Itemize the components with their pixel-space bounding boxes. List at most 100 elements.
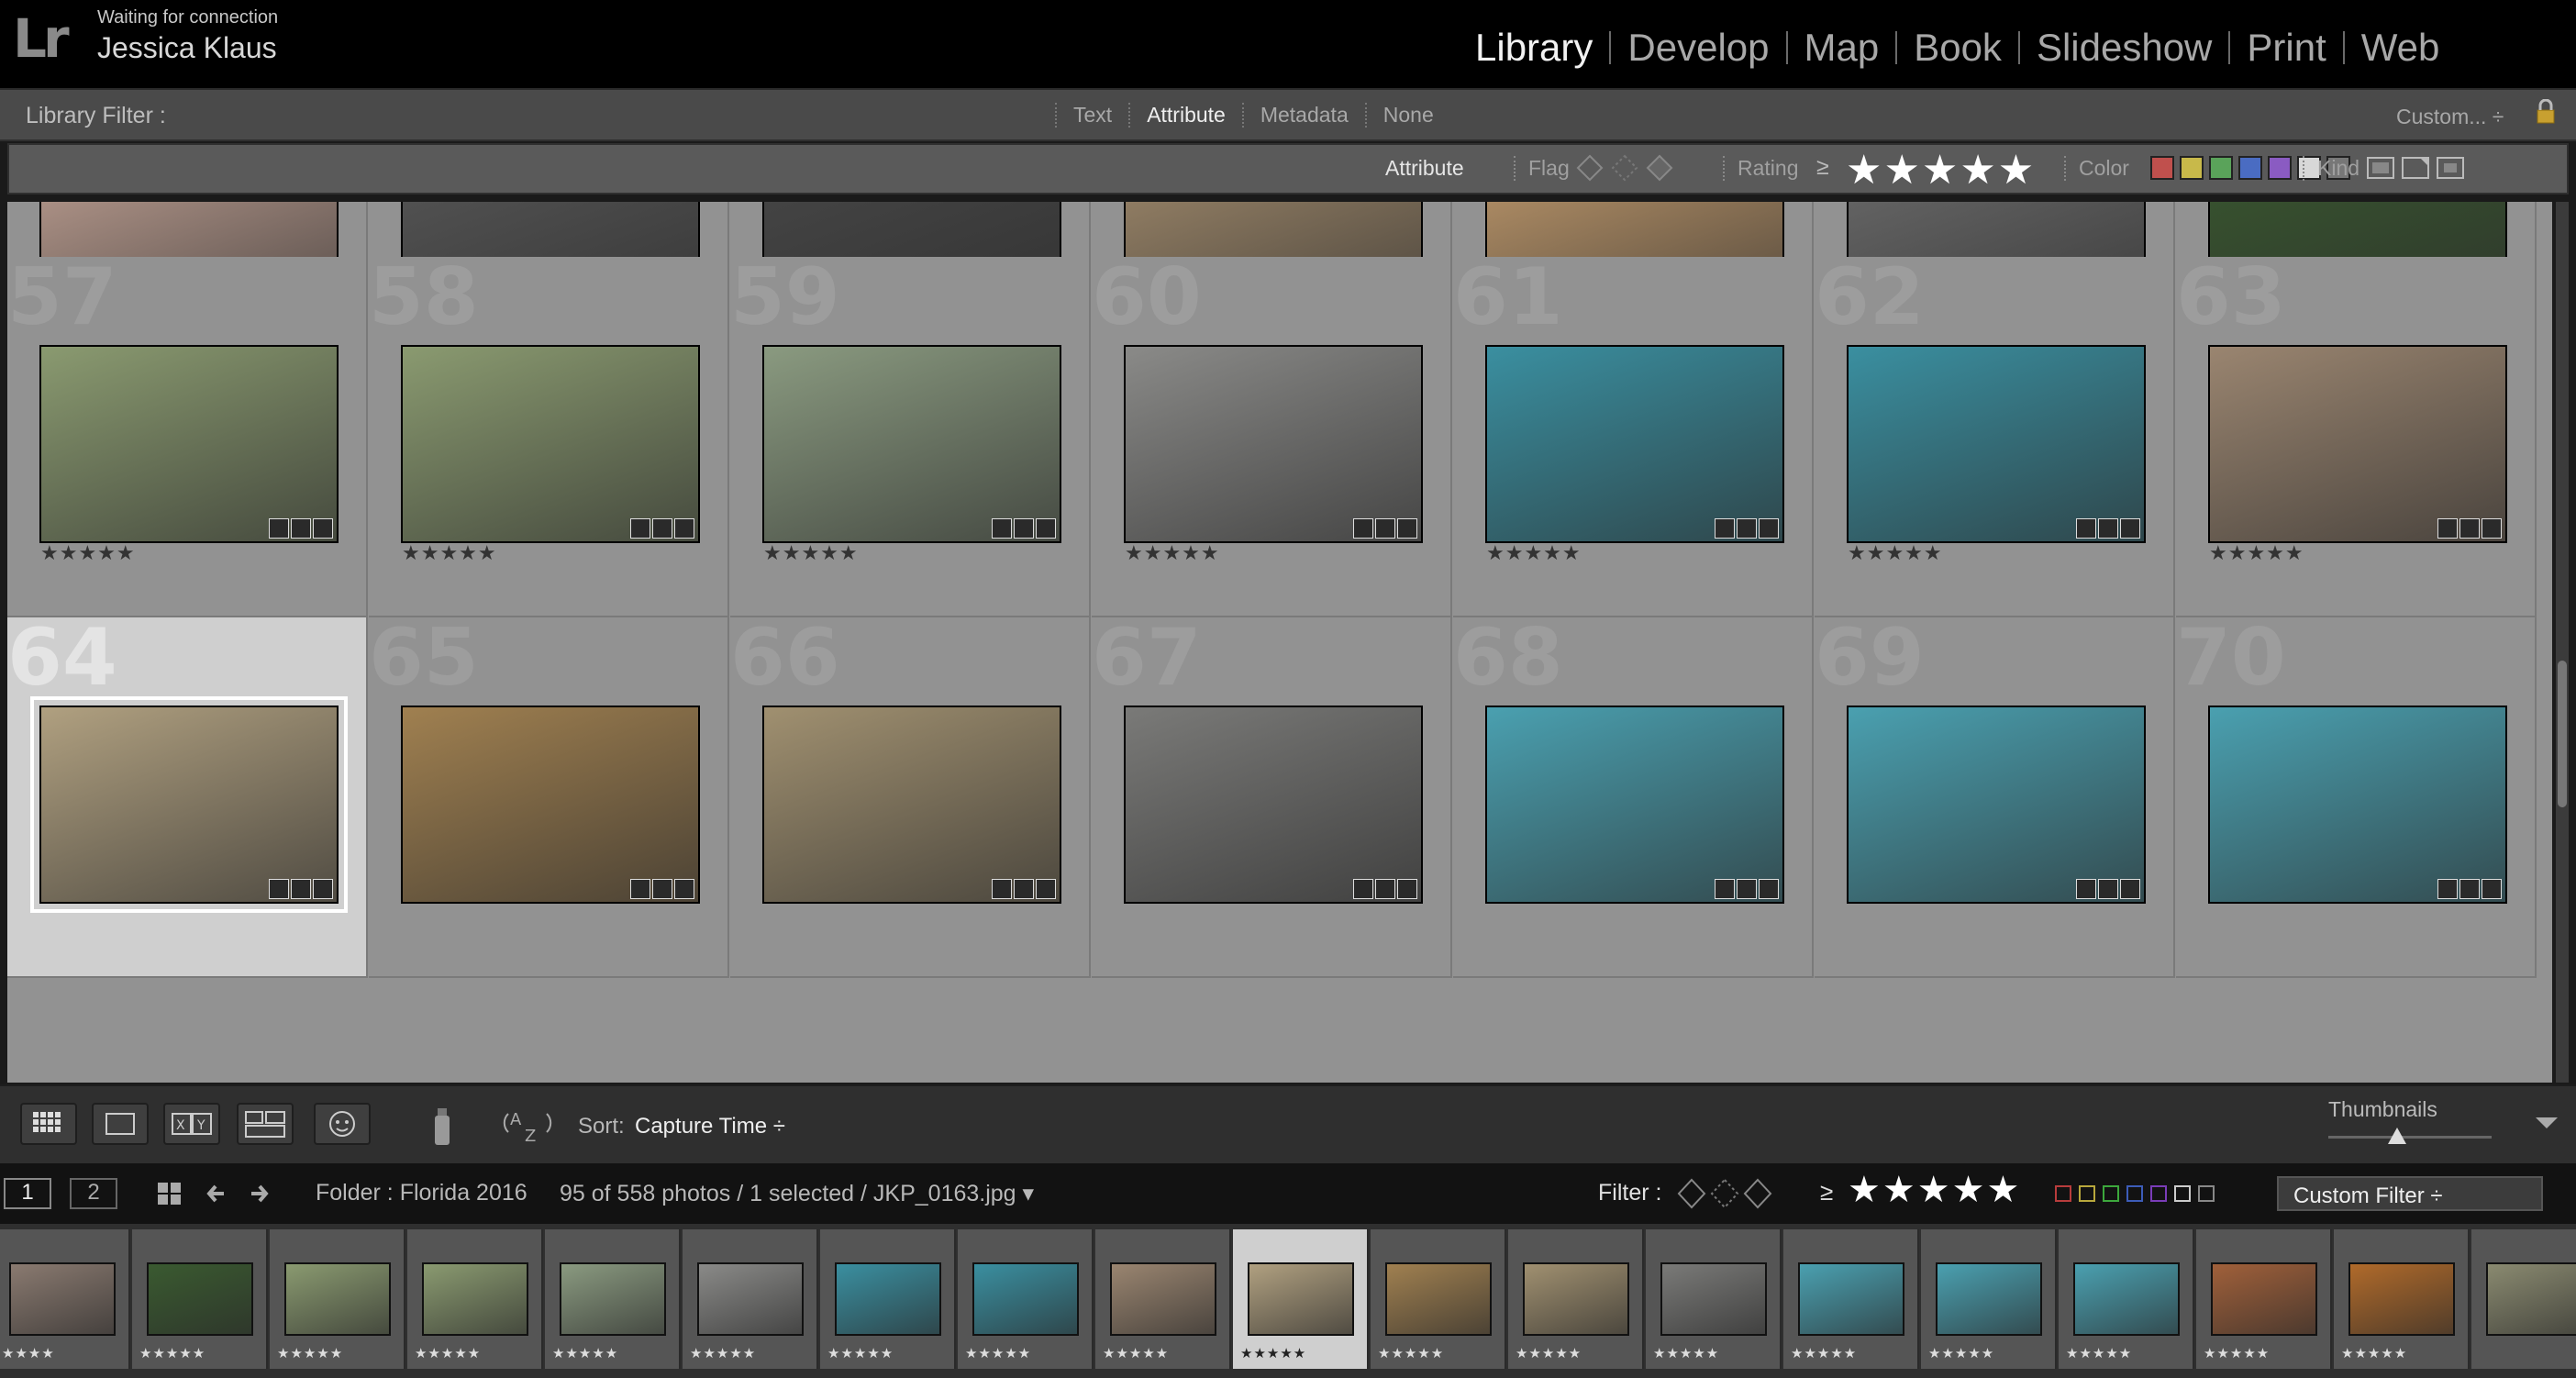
keyword-badge-icon[interactable]	[269, 879, 289, 899]
star-rating[interactable]: ★★★★★	[1486, 541, 1582, 565]
module-map[interactable]: Map	[1788, 26, 1896, 70]
keyword-badge-icon[interactable]	[2437, 879, 2458, 899]
filter-tab-text[interactable]: Text	[1055, 103, 1128, 128]
loupe-view-button[interactable]	[92, 1103, 149, 1145]
filmstrip-item[interactable]: ★★★★★	[683, 1229, 818, 1369]
star-rating[interactable]: ★★★★★	[402, 541, 497, 565]
filmstrip-item[interactable]: ★★★★★	[1508, 1229, 1644, 1369]
filmstrip-item[interactable]: ★★★★★	[1095, 1229, 1231, 1369]
filmstrip-rating-stars[interactable]: ★★★★★	[1848, 1169, 2021, 1211]
filmstrip-thumbnail[interactable]	[147, 1262, 253, 1336]
photo-thumbnail[interactable]	[401, 345, 700, 543]
filmstrip-thumbnail[interactable]	[2073, 1262, 2180, 1336]
edit-badge-icon[interactable]	[1036, 879, 1056, 899]
flagged-icon[interactable]	[1574, 152, 1605, 183]
filmstrip-thumbnail[interactable]	[422, 1262, 528, 1336]
photo-thumbnail[interactable]	[39, 345, 339, 543]
module-library[interactable]: Library	[1459, 26, 1609, 70]
edit-badge-icon[interactable]	[1759, 518, 1779, 539]
crop-badge-icon[interactable]	[1014, 518, 1034, 539]
grid-cell[interactable]: 61 ★★★★★	[1453, 251, 1814, 617]
photo-thumbnail[interactable]	[1124, 345, 1423, 543]
filmstrip-item[interactable]: ★★★★	[0, 1229, 130, 1369]
survey-view-button[interactable]	[237, 1103, 294, 1145]
grid-cell[interactable]: 63 ★★★★★	[2176, 251, 2537, 617]
crop-badge-icon[interactable]	[652, 879, 672, 899]
filmstrip-item[interactable]	[2471, 1229, 2576, 1369]
color-swatch[interactable]	[2150, 156, 2174, 180]
sort-direction-icon[interactable]: AZ	[503, 1105, 563, 1147]
photo-thumbnail[interactable]	[1847, 345, 2146, 543]
photo-thumbnail[interactable]	[401, 706, 700, 904]
star-rating[interactable]: ★★★★★	[763, 541, 859, 565]
filmstrip-thumbnail[interactable]	[1523, 1262, 1629, 1336]
color-swatch[interactable]	[2268, 156, 2292, 180]
filmstrip-item[interactable]: ★★★★★	[132, 1229, 268, 1369]
filmstrip-item[interactable]: ★★★★★	[407, 1229, 543, 1369]
grid-cell[interactable]: 59 ★★★★★	[730, 251, 1091, 617]
toolbar-menu-icon[interactable]	[2534, 1114, 2559, 1132]
grid-cell[interactable]: 66	[730, 612, 1091, 978]
forward-arrow-icon[interactable]	[244, 1180, 273, 1207]
edit-badge-icon[interactable]	[2482, 518, 2502, 539]
unflagged-icon[interactable]	[1609, 152, 1640, 183]
video-icon[interactable]	[2435, 152, 2466, 183]
spray-can-icon[interactable]	[424, 1103, 461, 1149]
filmstrip-thumbnail[interactable]	[697, 1262, 804, 1336]
filmstrip-thumbnail[interactable]	[835, 1262, 941, 1336]
lock-icon[interactable]	[2536, 99, 2556, 125]
filmstrip-thumbnail[interactable]	[2486, 1262, 2576, 1336]
filmstrip[interactable]: ★★★★ ★★★★★ ★★★★★ ★★★★★ ★★★★★ ★★★★★ ★★★★★ ★★★★★ ★…	[0, 1224, 2576, 1378]
grid-cell[interactable]: 62 ★★★★★	[1815, 251, 2175, 617]
grid-view-button[interactable]	[20, 1103, 77, 1145]
rating-operator[interactable]: ≥	[1816, 154, 1829, 181]
filmstrip-thumbnail[interactable]	[1110, 1262, 1216, 1336]
filmstrip-color-box[interactable]	[2150, 1185, 2167, 1202]
crop-badge-icon[interactable]	[652, 518, 672, 539]
filmstrip-thumbnail[interactable]	[1248, 1262, 1354, 1336]
grid-cell[interactable]: 68	[1453, 612, 1814, 978]
filmstrip-rating-operator[interactable]: ≥	[1820, 1178, 1833, 1206]
filmstrip-color-box[interactable]	[2126, 1185, 2143, 1202]
filmstrip-color-box[interactable]	[2198, 1185, 2215, 1202]
color-swatch[interactable]	[2209, 156, 2233, 180]
color-swatch[interactable]	[2180, 156, 2204, 180]
crop-badge-icon[interactable]	[1737, 879, 1757, 899]
color-swatch[interactable]	[2238, 156, 2262, 180]
photo-thumbnail[interactable]	[1485, 345, 1784, 543]
grid-cell[interactable]: 57 ★★★★★	[7, 251, 368, 617]
grid-scrollbar-thumb[interactable]	[2558, 661, 2567, 807]
compare-view-button[interactable]: XY	[163, 1103, 220, 1145]
filmstrip-thumbnail[interactable]	[1936, 1262, 2042, 1336]
filmstrip-thumbnail[interactable]	[972, 1262, 1079, 1336]
edit-badge-icon[interactable]	[2120, 879, 2140, 899]
rejected-icon[interactable]	[1644, 152, 1675, 183]
folder-path[interactable]: Folder : Florida 2016	[316, 1180, 527, 1206]
module-print[interactable]: Print	[2230, 26, 2342, 70]
keyword-badge-icon[interactable]	[630, 879, 650, 899]
crop-badge-icon[interactable]	[1014, 879, 1034, 899]
keyword-badge-icon[interactable]	[2076, 879, 2096, 899]
crop-badge-icon[interactable]	[2098, 879, 2118, 899]
filmstrip-color-box[interactable]	[2055, 1185, 2071, 1202]
primary-window-button[interactable]: 1	[4, 1178, 51, 1209]
keyword-badge-icon[interactable]	[1353, 879, 1373, 899]
photo-thumbnail[interactable]	[1124, 706, 1423, 904]
edit-badge-icon[interactable]	[2120, 518, 2140, 539]
star-rating[interactable]: ★★★★★	[1125, 541, 1220, 565]
sort-select[interactable]: Capture Time ÷	[635, 1114, 785, 1139]
photo-thumbnail[interactable]	[1485, 706, 1784, 904]
thumbnails-slider-knob[interactable]	[2387, 1127, 2407, 1145]
filmstrip-color-box[interactable]	[2103, 1185, 2119, 1202]
filmstrip-thumbnail[interactable]	[9, 1262, 116, 1336]
keyword-badge-icon[interactable]	[2437, 518, 2458, 539]
edit-badge-icon[interactable]	[1036, 518, 1056, 539]
filmstrip-item[interactable]: ★★★★★	[545, 1229, 681, 1369]
module-develop[interactable]: Develop	[1611, 26, 1785, 70]
flag-filter-icons[interactable]	[1675, 1176, 1776, 1211]
keyword-badge-icon[interactable]	[1715, 879, 1735, 899]
edit-badge-icon[interactable]	[674, 518, 694, 539]
grid-cell[interactable]: 65	[369, 612, 729, 978]
filmstrip-thumbnail[interactable]	[560, 1262, 666, 1336]
grid-icon[interactable]	[154, 1180, 185, 1207]
